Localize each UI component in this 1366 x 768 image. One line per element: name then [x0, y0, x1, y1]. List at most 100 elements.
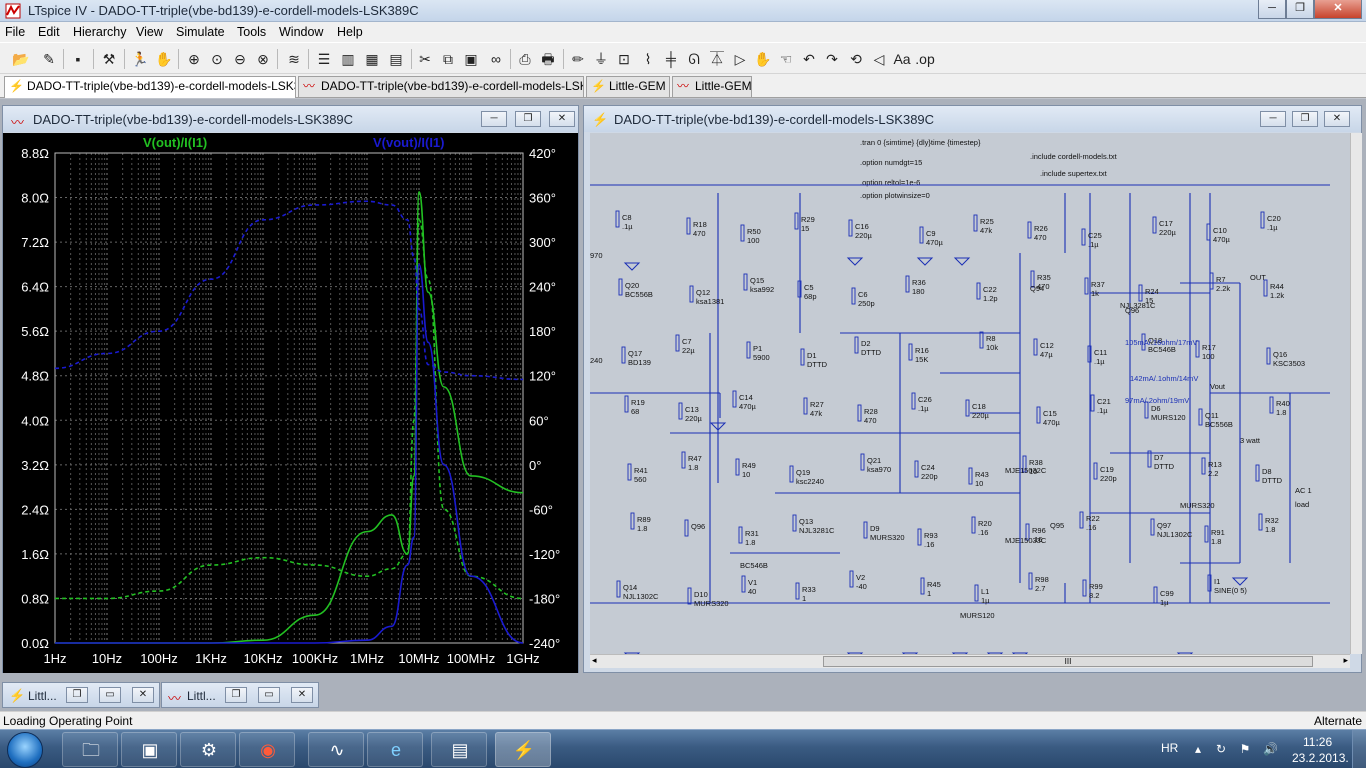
drag-icon[interactable]: ☜ [775, 48, 797, 70]
clock-time[interactable]: 11:26 [1303, 735, 1332, 749]
zoom-full-icon[interactable]: ⊙ [206, 48, 228, 70]
redo-icon[interactable]: ↷ [821, 48, 843, 70]
tray-flag-icon[interactable]: ⚑ [1238, 742, 1252, 756]
waveform-maximize-button[interactable]: ❐ [515, 111, 541, 127]
minimized-window-little-gem-schematic[interactable]: ⚡ Littl... ❐ ▭ ✕ [2, 682, 160, 708]
taskbar-control-panel[interactable]: ▤ [431, 732, 487, 767]
find-icon[interactable]: ▣ [460, 48, 482, 70]
scrollbar-thumb[interactable]: III [823, 656, 1313, 667]
taskbar-package[interactable]: ▣ [121, 732, 177, 767]
restore-button[interactable]: ❐ [66, 687, 88, 703]
tab-waveform-little-gem[interactable]: 〰 Little-GEM [672, 76, 752, 97]
clock-date[interactable]: 23.2.2013. [1292, 751, 1349, 765]
restore-button[interactable]: ❐ [225, 687, 247, 703]
menu-simulate[interactable]: Simulate [176, 25, 225, 39]
spice-directive: .option reltol=1e-6 [860, 178, 920, 187]
scroll-right-arrow[interactable]: ▸ [1343, 655, 1348, 666]
binoculars-icon[interactable]: ∞ [485, 48, 507, 70]
component-c16: C16220µ [848, 219, 873, 240]
cascade-icon[interactable]: ▦ [361, 48, 383, 70]
scroll-left-arrow[interactable]: ◂ [592, 655, 597, 666]
tray-sync-icon[interactable]: ↻ [1214, 742, 1228, 756]
scrollbar-grip: III [1064, 657, 1072, 666]
pencil-icon[interactable]: ✏ [567, 48, 589, 70]
halt-icon[interactable]: ✋ [153, 48, 175, 70]
minimize-button[interactable]: ─ [1258, 0, 1286, 19]
minimized-window-little-gem-waveform[interactable]: 〰 Littl... ❐ ▭ ✕ [161, 682, 319, 708]
text-icon[interactable]: Aa [891, 48, 913, 70]
cut-icon[interactable]: ✂ [414, 48, 436, 70]
open-icon[interactable]: 📂 [10, 48, 32, 70]
waveform-minimize-button[interactable]: ─ [481, 111, 507, 127]
diode-icon[interactable]: ⏄ [706, 48, 728, 70]
tray-volume-icon[interactable]: 🔊 [1263, 742, 1278, 756]
taskbar-scope[interactable]: ∿ [308, 732, 364, 767]
tile-icon[interactable]: ▤ [385, 48, 407, 70]
menu-tools[interactable]: Tools [237, 25, 266, 39]
waveform-close-button[interactable]: ✕ [549, 111, 575, 127]
close-button[interactable]: ✕ [291, 687, 313, 703]
tab-schematic-little-gem[interactable]: ⚡ Little-GEM [586, 76, 670, 97]
taskbar-internet-explorer[interactable]: e [367, 732, 423, 767]
tile-vertical-icon[interactable]: ▥ [337, 48, 359, 70]
control-panel-icon[interactable]: ⚒ [98, 48, 120, 70]
start-button[interactable] [7, 732, 43, 768]
maximize-button[interactable]: ▭ [258, 687, 280, 703]
rotate-icon[interactable]: ⟲ [845, 48, 867, 70]
move-icon[interactable]: ✋ [752, 48, 774, 70]
tile-horizontal-icon[interactable]: ☰ [313, 48, 335, 70]
ground-icon[interactable]: ⏚ [590, 48, 612, 70]
language-indicator[interactable]: HR [1161, 741, 1178, 755]
run-icon[interactable]: 🏃 [129, 48, 151, 70]
menu-view[interactable]: View [136, 25, 163, 39]
waveform-window-titlebar[interactable]: 〰 DADO-TT-triple(vbe-bd139)-e-cordell-mo… [3, 106, 578, 132]
taskbar-ltspice[interactable]: ⚡ [495, 732, 551, 767]
y-left-tick-label: 2.4Ω [21, 502, 49, 517]
capacitor-icon[interactable]: ╪ [660, 48, 682, 70]
label-icon[interactable]: ⊡ [613, 48, 635, 70]
schematic-close-button[interactable]: ✕ [1324, 111, 1350, 127]
spice-directive-icon[interactable]: .op [914, 48, 936, 70]
new-schematic-icon[interactable]: ✎ [38, 48, 60, 70]
maximize-button[interactable]: ❐ [1286, 0, 1314, 19]
menu-file[interactable]: File [5, 25, 25, 39]
schematic-canvas[interactable]: .tran 0 {simtime} {dly}time {timestep} .o… [590, 133, 1350, 654]
inductor-icon[interactable]: ᘏ [683, 48, 705, 70]
taskbar-ccleaner[interactable]: ◉ [239, 732, 295, 767]
print-icon[interactable]: 🖶 [537, 48, 559, 70]
save-icon[interactable]: ▪ [67, 48, 89, 70]
menu-hierarchy[interactable]: Hierarchy [73, 25, 127, 39]
print-preview-icon[interactable]: ⎙ [514, 48, 536, 70]
tab-waveform-dado[interactable]: 〰 DADO-TT-triple(vbe-bd139)-e-cordell-mo… [298, 76, 584, 97]
component-icon[interactable]: ▷ [729, 48, 751, 70]
schematic-maximize-button[interactable]: ❐ [1292, 111, 1318, 127]
copy-icon[interactable]: ⧉ [437, 48, 459, 70]
zoom-in-icon[interactable]: ⊕ [183, 48, 205, 70]
schematic-window-titlebar[interactable]: ⚡ DADO-TT-triple(vbe-bd139)-e-cordell-mo… [584, 106, 1361, 132]
component-value: 100 [1202, 352, 1215, 361]
component-ref: C12 [1040, 341, 1054, 350]
horizontal-scrollbar[interactable]: ◂ III ▸ [590, 654, 1350, 668]
zoom-out-icon[interactable]: ⊖ [229, 48, 251, 70]
schematic-minimize-button[interactable]: ─ [1260, 111, 1286, 127]
component-ref: C20 [1267, 214, 1281, 223]
show-desktop-button[interactable] [1352, 730, 1366, 768]
tab-schematic-dado[interactable]: ⚡ DADO-TT-triple(vbe-bd139)-e-cordell-mo… [4, 76, 296, 98]
maximize-button[interactable]: ▭ [99, 687, 121, 703]
taskbar-explorer[interactable]: 🗀 [62, 732, 118, 767]
menu-help[interactable]: Help [337, 25, 363, 39]
close-button[interactable]: ✕ [1314, 0, 1362, 19]
mirror-icon[interactable]: ◁ [868, 48, 890, 70]
menu-window[interactable]: Window [279, 25, 323, 39]
taskbar-tool[interactable]: ⚙ [180, 732, 236, 767]
component-ref: R43 [975, 470, 989, 479]
zoom-fit-icon[interactable]: ⊗ [252, 48, 274, 70]
autorange-icon[interactable]: ≋ [283, 48, 305, 70]
bode-plot[interactable]: 8.8Ω 420° 8.0Ω 360° 7.2Ω 300° 6.4Ω 240° 5.6Ω 180°… [3, 133, 578, 673]
menu-edit[interactable]: Edit [38, 25, 60, 39]
vertical-scrollbar[interactable] [1350, 133, 1362, 654]
close-button[interactable]: ✕ [132, 687, 154, 703]
undo-icon[interactable]: ↶ [798, 48, 820, 70]
tray-arrow-icon[interactable]: ▴ [1191, 742, 1205, 756]
resistor-icon[interactable]: ⌇ [637, 48, 659, 70]
